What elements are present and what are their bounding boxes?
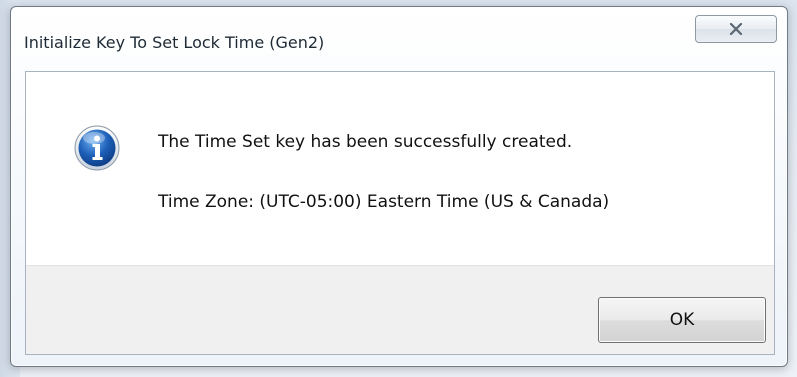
dialog-client-area: The Time Set key has been successfully c… (25, 71, 775, 355)
ok-button[interactable]: OK (598, 297, 766, 343)
title-bar[interactable]: Initialize Key To Set Lock Time (Gen2) (11, 7, 787, 70)
close-button[interactable] (695, 15, 777, 43)
message-area: The Time Set key has been successfully c… (26, 72, 774, 265)
time-zone-text: Time Zone: (UTC-05:00) Eastern Time (US … (158, 192, 610, 212)
message-dialog: Initialize Key To Set Lock Time (Gen2) T… (10, 6, 788, 367)
dialog-title: Initialize Key To Set Lock Time (Gen2) (24, 33, 325, 52)
button-bar: OK (26, 265, 774, 354)
information-icon (74, 125, 120, 171)
close-icon (729, 23, 743, 35)
success-message: The Time Set key has been successfully c… (158, 132, 573, 152)
